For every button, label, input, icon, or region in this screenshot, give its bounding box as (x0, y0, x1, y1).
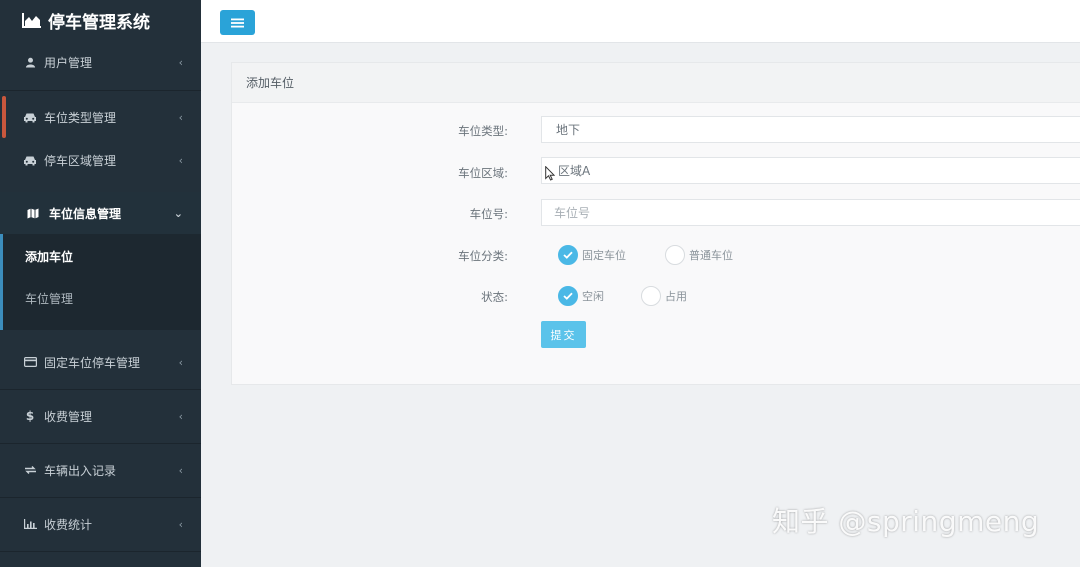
status-label: 状态: (481, 290, 508, 304)
sidebar-item-parking-areas[interactable]: 停车区域管理 ‹ (0, 140, 201, 180)
sidebar-item-space-info[interactable]: 车位信息管理 ⌄ (0, 192, 201, 234)
top-bar (201, 0, 1080, 43)
chevron-left-icon: ‹ (178, 355, 183, 369)
radio-checked-icon (558, 286, 578, 306)
add-space-panel: 添加车位 车位类型: 地下 车位区域: 区域A 车位号: 车位号 车位分类: 固… (231, 62, 1080, 385)
space-area-value: 区域A (558, 164, 591, 178)
sidebar-subitem-label: 车位管理 (25, 291, 74, 306)
sidebar-item-label: 车位类型管理 (44, 110, 117, 125)
mouse-cursor-icon (545, 166, 555, 181)
sidebar-item-fees[interactable]: $ 收费管理 ‹ (0, 396, 201, 436)
divider (0, 497, 201, 498)
watermark: 知乎 @springmeng (772, 505, 1040, 538)
app-title: 停车管理系统 (48, 12, 150, 33)
sidebar-item-fixed-parking[interactable]: 固定车位停车管理 ‹ (0, 342, 201, 382)
chevron-left-icon: ‹ (178, 517, 183, 531)
sidebar-item-label: 用户管理 (44, 55, 93, 70)
radio-label: 普通车位 (689, 249, 733, 262)
bar-chart-icon (22, 516, 38, 532)
dollar-icon: $ (25, 409, 35, 423)
exchange-icon (22, 462, 38, 478)
space-type-value: 地下 (556, 123, 581, 137)
chevron-down-icon: ⌄ (173, 206, 183, 220)
sidebar-item-label: 收费统计 (44, 517, 93, 532)
space-type-select[interactable]: 地下 (541, 116, 1080, 143)
radio-status-occupied[interactable]: 占用 (641, 286, 687, 306)
sidebar-item-label: 固定车位停车管理 (44, 355, 141, 370)
chevron-left-icon: ‹ (178, 110, 183, 124)
radio-label: 空闲 (582, 290, 604, 303)
app-root: 停车管理系统 用户管理 ‹ 车位类型管理 ‹ 停车区域管理 ‹ 车位信息管理 ⌄… (0, 0, 1080, 567)
sidebar-item-vehicle-records[interactable]: 车辆出入记录 ‹ (0, 450, 201, 490)
divider (0, 443, 201, 444)
sidebar-subitem-space-management[interactable]: 车位管理 (0, 278, 201, 318)
sidebar-group-space-info: 车位信息管理 ⌄ 添加车位 车位管理 (0, 192, 201, 330)
radio-label: 固定车位 (582, 249, 626, 262)
sidebar-item-space-types[interactable]: 车位类型管理 ‹ (0, 97, 201, 137)
radio-status-free[interactable]: 空闲 (558, 286, 604, 306)
sidebar-toggle-button[interactable] (220, 10, 255, 35)
sidebar-item-label: 车辆出入记录 (44, 463, 117, 478)
sidebar-item-label: 收费管理 (44, 409, 93, 424)
map-icon (25, 205, 41, 221)
space-number-placeholder: 车位号 (554, 206, 591, 220)
panel-title: 添加车位 (232, 63, 1080, 103)
sidebar-item-label: 停车区域管理 (44, 153, 117, 168)
space-number-input[interactable]: 车位号 (541, 199, 1080, 226)
radio-fixed-space[interactable]: 固定车位 (558, 245, 626, 265)
divider (0, 90, 201, 91)
car-icon (22, 109, 38, 125)
user-icon (22, 54, 38, 70)
brand[interactable]: 停车管理系统 (0, 0, 201, 40)
radio-unchecked-icon (665, 245, 685, 265)
submit-button[interactable]: 提交 (541, 321, 586, 348)
chevron-left-icon: ‹ (178, 153, 183, 167)
radio-checked-icon (558, 245, 578, 265)
divider (0, 389, 201, 390)
chevron-left-icon: ‹ (178, 463, 183, 477)
sidebar-item-label: 车位信息管理 (49, 206, 122, 221)
radio-normal-space[interactable]: 普通车位 (665, 245, 733, 265)
chevron-left-icon: ‹ (178, 409, 183, 423)
hamburger-icon (231, 18, 244, 27)
divider (0, 551, 201, 552)
space-type-label: 车位类型: (458, 124, 508, 138)
radio-label: 占用 (665, 290, 687, 303)
space-area-select[interactable]: 区域A (541, 157, 1080, 184)
sidebar: 停车管理系统 用户管理 ‹ 车位类型管理 ‹ 停车区域管理 ‹ 车位信息管理 ⌄… (0, 0, 201, 567)
sidebar-subitem-add-space[interactable]: 添加车位 (0, 236, 201, 276)
radio-unchecked-icon (641, 286, 661, 306)
space-number-label: 车位号: (469, 207, 508, 221)
area-chart-icon (22, 13, 41, 28)
space-category-label: 车位分类: (458, 249, 508, 263)
chevron-left-icon: ‹ (178, 55, 183, 69)
space-area-label: 车位区域: (458, 166, 508, 180)
car-icon (22, 152, 38, 168)
credit-card-icon (22, 354, 38, 370)
sidebar-item-users[interactable]: 用户管理 ‹ (0, 42, 201, 82)
sidebar-subitem-label: 添加车位 (25, 249, 74, 264)
sidebar-item-fee-stats[interactable]: 收费统计 ‹ (0, 504, 201, 544)
